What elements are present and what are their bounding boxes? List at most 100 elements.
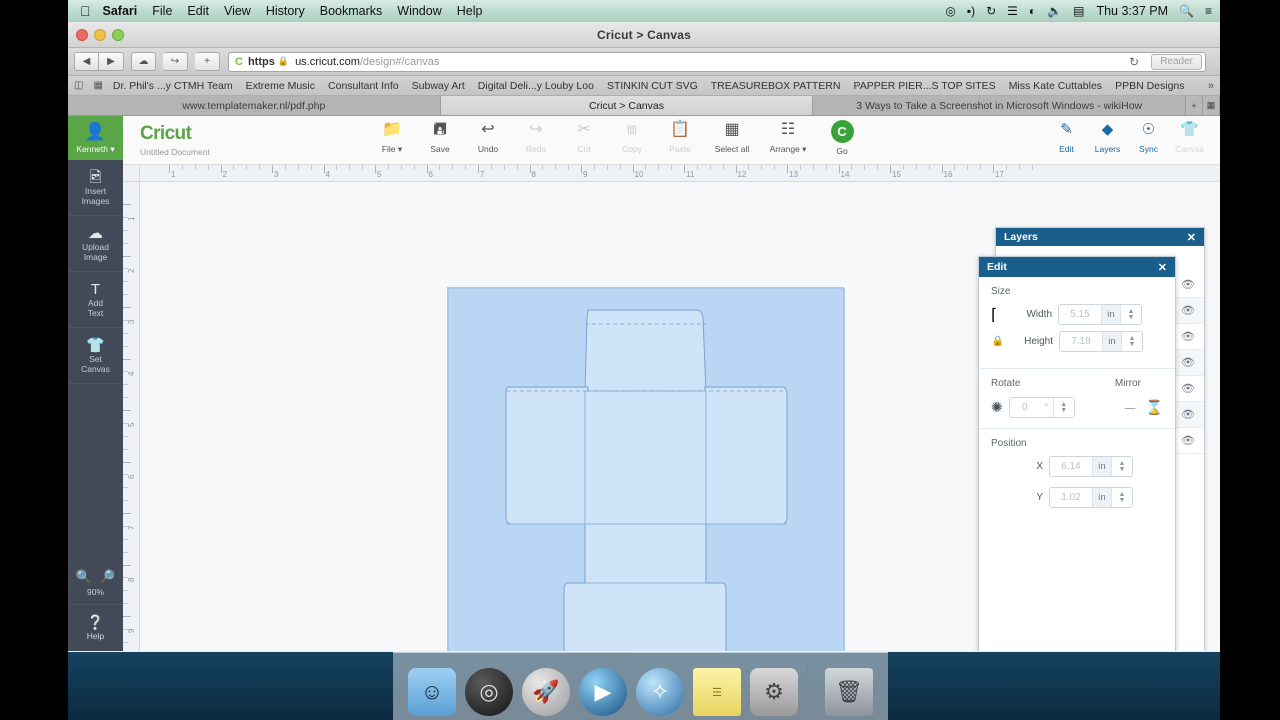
layer-visibility-eye-icon[interactable]: 👁	[1181, 304, 1195, 317]
mirror-vertical-icon[interactable]: ⌛	[1146, 399, 1163, 416]
volume-icon[interactable]: 🔈	[1047, 4, 1062, 18]
tab-overview-button[interactable]: ▦	[1203, 96, 1220, 115]
bookmark-4[interactable]: Digital Deli...y Louby Loo	[478, 80, 594, 92]
sidebar-item-insert-images[interactable]: 🖻 Insert Images	[68, 160, 123, 216]
width-stepper-down[interactable]: ▼	[1128, 315, 1135, 321]
user-account-button[interactable]: 👤 Kenneth ▾	[68, 116, 123, 160]
menu-item-help[interactable]: Help	[457, 4, 483, 18]
edit-panel[interactable]: Edit ✕ Size ⌈ Width 5.15 in ▲ ▼	[978, 256, 1176, 651]
dock-item-launchpad[interactable]: 🚀	[522, 668, 570, 716]
battery-icon[interactable]: ▤	[1073, 4, 1084, 18]
width-stepper[interactable]: ▲ ▼	[1120, 305, 1141, 324]
spotlight-search-icon[interactable]: 🔍	[1179, 4, 1194, 18]
toolbar-save-button[interactable]: 🖪 Save	[416, 120, 464, 156]
help-button[interactable]: ❔ Help	[68, 605, 123, 651]
sidebar-item-set-canvas[interactable]: 👕 Set Canvas	[68, 328, 123, 384]
notification-center-icon[interactable]: ≡	[1205, 4, 1212, 18]
icloud-tabs-button[interactable]: ☁	[131, 52, 156, 71]
dock-item-dashboard[interactable]: ◎	[465, 668, 513, 716]
position-y-stepper-down[interactable]: ▼	[1119, 498, 1126, 504]
airplay-icon[interactable]: ▪)	[967, 4, 975, 18]
bookmark-3[interactable]: Subway Art	[412, 80, 465, 92]
bookmark-1[interactable]: Extreme Music	[246, 80, 315, 92]
tab-cricut-canvas[interactable]: Cricut > Canvas	[441, 96, 814, 115]
menu-item-window[interactable]: Window	[397, 4, 441, 18]
bookmark-5[interactable]: STINKIN CUT SVG	[607, 80, 698, 92]
cutting-mat[interactable]	[447, 287, 844, 651]
toolbar-undo-button[interactable]: ↩ Undo	[464, 120, 512, 156]
menu-item-file[interactable]: File	[152, 4, 172, 18]
dock-item-finder[interactable]: ☺	[408, 668, 456, 716]
bookmark-7[interactable]: PAPPER PIER...S TOP SITES	[853, 80, 995, 92]
tab-wikihow[interactable]: 3 Ways to Take a Screenshot in Microsoft…	[813, 96, 1186, 115]
layer-visibility-eye-icon[interactable]: 👁	[1181, 356, 1195, 369]
reader-button[interactable]: Reader	[1151, 54, 1202, 70]
layers-panel-close-icon[interactable]: ✕	[1187, 231, 1196, 244]
height-input[interactable]: 7.18 in ▲ ▼	[1059, 331, 1143, 352]
height-stepper[interactable]: ▲ ▼	[1121, 332, 1142, 351]
back-button[interactable]: ◀	[74, 52, 99, 71]
position-y-stepper[interactable]: ▲ ▼	[1111, 488, 1132, 507]
rotate-handle-icon[interactable]: ✺	[991, 399, 1003, 416]
zoom-in-icon[interactable]: 🔎	[99, 569, 115, 585]
menu-item-edit[interactable]: Edit	[187, 4, 209, 18]
menu-clock[interactable]: Thu 3:37 PM	[1096, 4, 1168, 18]
menu-app-name[interactable]: Safari	[103, 4, 138, 18]
right-tool-sync[interactable]: ☉ Sync	[1128, 120, 1169, 154]
rotate-input[interactable]: 0 ° ▲ ▼	[1009, 397, 1075, 418]
bookmark-6[interactable]: TREASUREBOX PATTERN	[711, 80, 841, 92]
position-x-stepper[interactable]: ▲ ▼	[1111, 457, 1132, 476]
layer-visibility-eye-icon[interactable]: 👁	[1181, 330, 1195, 343]
box-dieline-template[interactable]	[448, 288, 845, 651]
right-tool-layers[interactable]: ◆ Layers	[1087, 120, 1128, 154]
new-tab-button[interactable]: +	[195, 52, 220, 71]
toolbar-arrange-button[interactable]: ☷ Arrange ▾	[760, 120, 816, 156]
position-x-stepper-down[interactable]: ▼	[1119, 467, 1126, 473]
layer-visibility-eye-icon[interactable]: 👁	[1181, 382, 1195, 395]
new-tab-plus-button[interactable]: +	[1186, 96, 1203, 115]
reload-button[interactable]: ↻	[1125, 55, 1143, 69]
mirror-horizontal-icon[interactable]: ⏤	[1124, 399, 1135, 416]
bookmark-0[interactable]: Dr. Phil's ...y CTMH Team	[113, 80, 233, 92]
layer-visibility-eye-icon[interactable]: 👁	[1181, 434, 1195, 447]
screen-record-icon[interactable]: ◎	[945, 4, 955, 18]
layer-visibility-eye-icon[interactable]: 👁	[1181, 408, 1195, 421]
sidebar-icon[interactable]: ◫	[74, 80, 83, 91]
menu-item-history[interactable]: History	[266, 4, 305, 18]
position-x-input[interactable]: 6.14 in ▲ ▼	[1049, 456, 1133, 477]
share-button[interactable]: ↪	[163, 52, 188, 71]
dock-item-safari[interactable]: ✧	[636, 668, 684, 716]
apple-menu-icon[interactable]: 	[80, 4, 91, 18]
aspect-lock-icon[interactable]: 🔒	[991, 336, 1005, 347]
position-y-input[interactable]: 1.02 in ▲ ▼	[1049, 487, 1133, 508]
menu-item-view[interactable]: View	[224, 4, 251, 18]
wifi-icon[interactable]: ◐	[1029, 4, 1036, 18]
edit-panel-close-icon[interactable]: ✕	[1158, 261, 1167, 274]
height-stepper-down[interactable]: ▼	[1129, 342, 1136, 348]
dock-item-trash[interactable]: 🗑	[825, 668, 873, 716]
sidebar-item-upload-image[interactable]: ☁ Upload Image	[68, 216, 123, 272]
bookmark-8[interactable]: Miss Kate Cuttables	[1009, 80, 1102, 92]
toolbar-go-button[interactable]: C Go	[816, 120, 868, 156]
rotate-stepper[interactable]: ▲ ▼	[1053, 398, 1074, 417]
dock-item-system-preferences[interactable]: ⚙	[750, 668, 798, 716]
bookmarks-overflow-icon[interactable]: »	[1208, 80, 1214, 92]
right-tool-edit[interactable]: ✎ Edit	[1046, 120, 1087, 154]
sidebar-item-add-text[interactable]: T Add Text	[68, 272, 123, 328]
address-bar[interactable]: C https 🔒 us.cricut.com /design#/canvas …	[228, 52, 1206, 72]
toolbar-file-button[interactable]: 📁 File ▾	[368, 120, 416, 156]
bluetooth-icon[interactable]: ☰	[1007, 4, 1018, 18]
dock-item-notes[interactable]: ☰	[693, 668, 741, 716]
forward-button[interactable]: ▶	[99, 52, 124, 71]
tab-templatemaker[interactable]: www.templatemaker.nl/pdf.php	[68, 96, 441, 115]
top-sites-grid-icon[interactable]: ▦	[93, 80, 102, 91]
width-input[interactable]: 5.15 in ▲ ▼	[1058, 304, 1142, 325]
zoom-out-icon[interactable]: 🔍	[76, 569, 92, 585]
rotate-stepper-down[interactable]: ▼	[1060, 408, 1067, 414]
dock-item-quicktime[interactable]: ▶	[579, 668, 627, 716]
document-name-label[interactable]: Untitled Document	[140, 147, 210, 157]
timemachine-icon[interactable]: ↻	[986, 4, 996, 18]
bookmark-9[interactable]: PPBN Designs	[1115, 80, 1184, 92]
layer-visibility-eye-icon[interactable]: 👁	[1181, 278, 1195, 291]
menu-item-bookmarks[interactable]: Bookmarks	[320, 4, 383, 18]
